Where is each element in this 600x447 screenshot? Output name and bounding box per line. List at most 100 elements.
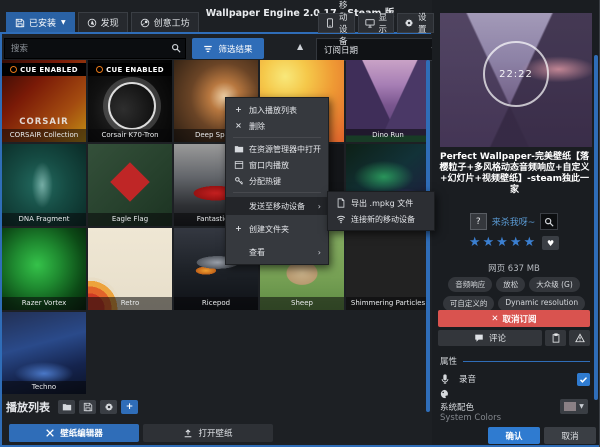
author-search-button[interactable] bbox=[540, 213, 558, 230]
menu-item-label: 连接新的移动设备 bbox=[351, 214, 415, 225]
wallpaper-engine-window: Wallpaper Engine 2.0.17 - Steam 版 »–□× 已… bbox=[0, 0, 600, 447]
close-icon: × bbox=[233, 122, 244, 130]
tag-pill: 音频响应 bbox=[448, 277, 492, 292]
confirm-button[interactable]: 确认 bbox=[488, 427, 540, 444]
star-icon: ★ bbox=[496, 236, 508, 250]
wallpaper-tile[interactable]: Shimmering Particles bbox=[346, 228, 430, 310]
eagle-decor bbox=[110, 162, 150, 202]
search-input[interactable] bbox=[5, 39, 185, 58]
recording-property-row: 录音 bbox=[440, 371, 590, 387]
playlist-configure-button[interactable] bbox=[100, 400, 117, 414]
key-icon bbox=[234, 176, 244, 186]
playlist-add-button[interactable]: + bbox=[121, 400, 138, 414]
wallpaper-tile[interactable]: Retro bbox=[88, 228, 172, 310]
menu-item-label: 发送至移动设备 bbox=[249, 201, 305, 212]
tile-label: Eagle Flag bbox=[88, 213, 172, 226]
preview-clock-time: 22:22 bbox=[499, 69, 533, 80]
comments-button[interactable]: 评论 bbox=[438, 330, 542, 346]
icue-banner-text: CUE ENABLED bbox=[20, 66, 78, 74]
copy-button[interactable] bbox=[545, 330, 566, 346]
sort-direction-icon[interactable]: ▲ bbox=[297, 42, 303, 51]
wallpaper-tile[interactable]: CUE ENABLEDCorsair K70-Tron bbox=[88, 60, 172, 142]
wallpaper-editor-button[interactable]: 壁纸编辑器 bbox=[9, 424, 139, 442]
context-menu-item[interactable]: ×删除 bbox=[226, 118, 328, 134]
avatar[interactable]: ? bbox=[470, 213, 487, 230]
chevron-down-icon: ▼ bbox=[61, 19, 66, 26]
open-wallpaper-label: 打开壁纸 bbox=[198, 427, 232, 439]
rating-row: ★★★★★ ♥ bbox=[432, 236, 596, 250]
tab-discover[interactable]: 发现 bbox=[78, 12, 128, 32]
grid-scrollbar[interactable] bbox=[426, 60, 430, 412]
tile-label: Shimmering Particles bbox=[346, 297, 430, 310]
icue-ring-icon bbox=[10, 66, 17, 73]
submenu-arrow-icon: › bbox=[318, 202, 321, 211]
context-menu-item[interactable]: 连接新的移动设备 bbox=[328, 211, 434, 227]
gear-icon bbox=[404, 18, 414, 28]
details-scrollbar[interactable] bbox=[594, 55, 598, 400]
rating-stars[interactable]: ★★★★★ bbox=[469, 236, 535, 250]
author-link[interactable]: 来杀我呀~ bbox=[492, 215, 536, 228]
context-menu-item[interactable]: 导出 .mpkg 文件 bbox=[328, 195, 434, 211]
wallpaper-tile[interactable]: CUE ENABLEDCORSAIRCORSAIR Collection bbox=[2, 60, 86, 142]
file-icon bbox=[335, 198, 346, 208]
context-menu-item[interactable]: 查看› bbox=[226, 244, 328, 260]
close-icon: × bbox=[235, 122, 242, 130]
close-icon: ✕ bbox=[491, 314, 498, 324]
tab-label: 已安装 bbox=[29, 16, 56, 29]
wallpaper-tile[interactable]: Techno bbox=[2, 312, 86, 394]
star-icon: ★ bbox=[523, 236, 535, 250]
display-button[interactable]: 显示 bbox=[358, 13, 395, 33]
search-icon bbox=[171, 43, 181, 53]
open-wallpaper-button[interactable]: 打开壁纸 bbox=[143, 424, 273, 442]
favorite-button[interactable]: ♥ bbox=[542, 236, 559, 250]
recording-checkbox[interactable] bbox=[577, 373, 590, 386]
palette-icon bbox=[440, 389, 450, 399]
tab-installed[interactable]: 已安装 ▼ bbox=[6, 12, 75, 32]
filter-results-label: 筛选结果 bbox=[218, 43, 252, 55]
context-menu-item[interactable]: 在资源管理器中打开 bbox=[226, 141, 328, 157]
filter-icon bbox=[203, 44, 213, 54]
context-menu-item[interactable]: +加入播放列表 bbox=[226, 102, 328, 118]
workshop-icon bbox=[140, 18, 150, 28]
context-menu-item[interactable]: 分配热键 bbox=[226, 173, 328, 189]
report-button[interactable] bbox=[569, 330, 590, 346]
preview-clock: 22:22 bbox=[483, 41, 549, 107]
ring-decor bbox=[108, 82, 156, 130]
window-border bbox=[0, 32, 2, 447]
playlist-open-folder-button[interactable] bbox=[58, 400, 75, 414]
plus-icon: + bbox=[235, 225, 242, 233]
mobile-button[interactable]: 移动设备 bbox=[318, 13, 355, 33]
system-color-select[interactable]: ▼ bbox=[560, 399, 588, 414]
chevron-down-icon: ▼ bbox=[579, 403, 584, 410]
tab-workshop[interactable]: 创意工坊 bbox=[131, 12, 199, 32]
context-menu-item[interactable]: 发送至移动设备 › bbox=[226, 197, 328, 215]
settings-button[interactable]: 设置 bbox=[397, 13, 434, 33]
search-box bbox=[4, 38, 186, 59]
wallpaper-tile[interactable]: Dino Run bbox=[346, 60, 430, 142]
star-icon: ★ bbox=[483, 236, 495, 250]
properties-header: 属性 bbox=[440, 355, 590, 367]
cancel-button[interactable]: 取消 bbox=[544, 427, 596, 444]
compass-icon bbox=[87, 18, 97, 28]
sort-order-select[interactable]: 订阅日期 ▼ bbox=[316, 38, 444, 61]
wallpaper-tile[interactable]: DNA Fragment bbox=[2, 144, 86, 226]
recording-label: 录音 bbox=[459, 373, 476, 385]
folder-icon bbox=[234, 144, 244, 154]
display-label: 显示 bbox=[379, 11, 388, 35]
tag-list: 音频响应放松大众级 (G)可自定义的Dynamic resolution bbox=[438, 277, 590, 311]
wallpaper-tile[interactable]: Razer Vortex bbox=[2, 228, 86, 310]
tile-label: DNA Fragment bbox=[2, 213, 86, 226]
settings-label: 设置 bbox=[418, 11, 427, 35]
clipboard-icon bbox=[551, 333, 561, 343]
wallpaper-tile[interactable]: Eagle Flag bbox=[88, 144, 172, 226]
context-menu-item[interactable]: +创建文件夹 bbox=[226, 221, 328, 237]
save-icon bbox=[15, 18, 25, 28]
wifi-icon bbox=[335, 214, 346, 224]
star-icon: ★ bbox=[510, 236, 522, 250]
context-menu-item[interactable]: 窗口内播放 bbox=[226, 157, 328, 173]
window-icon bbox=[234, 160, 244, 170]
save-icon bbox=[83, 402, 93, 412]
unsubscribe-button[interactable]: ✕ 取消订阅 bbox=[438, 310, 590, 327]
playlist-save-button[interactable] bbox=[79, 400, 96, 414]
filter-results-button[interactable]: 筛选结果 bbox=[192, 38, 264, 59]
